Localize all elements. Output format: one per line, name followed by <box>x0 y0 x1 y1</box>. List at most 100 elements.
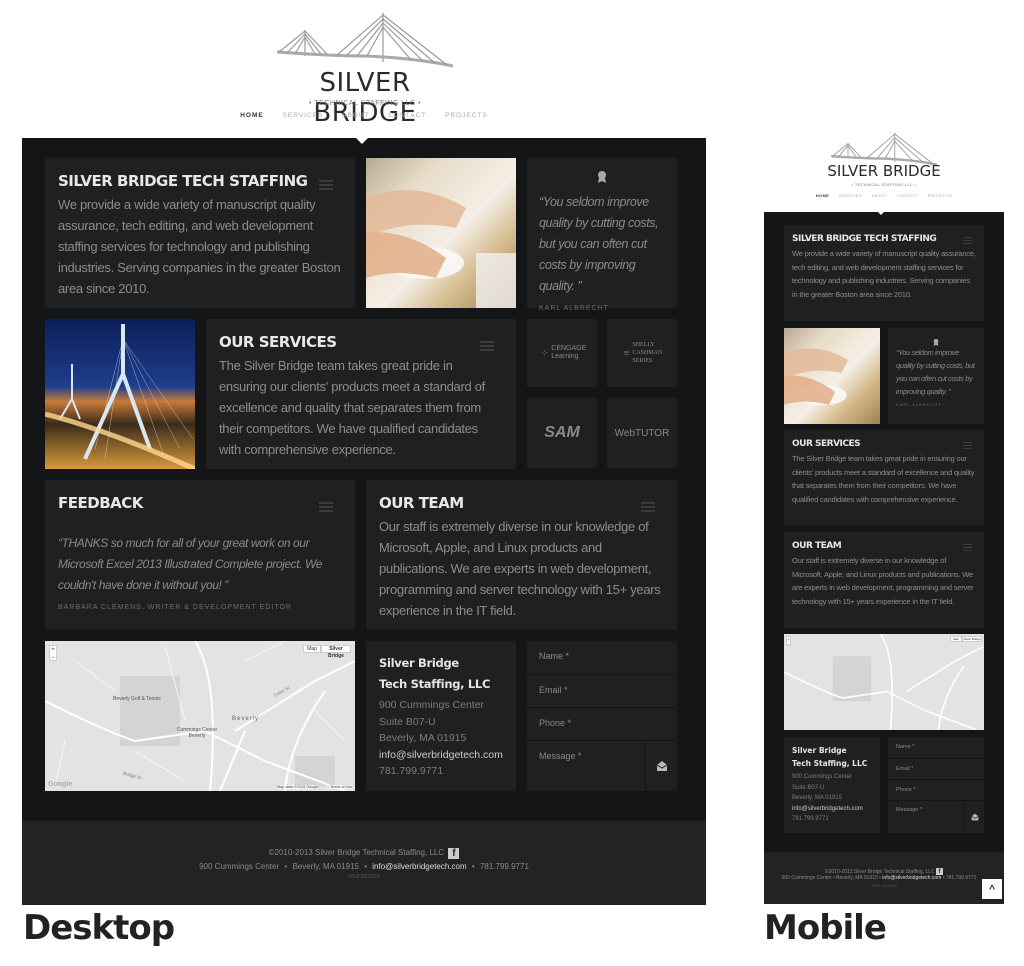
phone-field[interactable]: Phone * <box>527 708 677 741</box>
map-zoom-controls[interactable]: + − <box>786 636 791 647</box>
mobile-main: SILVER BRIDGE TECH STAFFING We provide a… <box>764 211 1004 852</box>
nav-services[interactable]: SERVICES <box>839 194 862 198</box>
nav-projects[interactable]: PROJECTS <box>445 112 488 119</box>
feedback-title: FEEDBACK <box>58 494 143 512</box>
client-logo-cengage: ⁘ CENGAGE Learning <box>527 319 597 387</box>
email-field[interactable]: Email * <box>888 759 984 780</box>
services-body: The Silver Bridge team takes great pride… <box>219 358 485 457</box>
map-zoom-controls[interactable]: + − <box>49 645 57 661</box>
map-terms-link[interactable]: Terms of Use <box>330 785 353 789</box>
message-field[interactable]: Message * <box>888 801 964 833</box>
nav-about[interactable]: ABOUT <box>342 112 369 119</box>
contact-address: 900 Cummings Center Suite B07-U Beverly,… <box>379 697 503 780</box>
desktop-main: SILVER BRIDGE TECH STAFFING We provide a… <box>22 137 706 821</box>
envelope-send-icon <box>970 813 979 821</box>
book-stack-icon: ≡ <box>623 347 630 359</box>
menu-icon[interactable] <box>319 180 333 190</box>
site-logo[interactable]: SILVER BRIDGE • TECHNICAL STAFFING LLC • <box>275 10 455 128</box>
phone-field[interactable]: Phone * <box>888 780 984 801</box>
menu-icon[interactable] <box>641 502 655 512</box>
cengage-dots-icon: ⁘ <box>540 347 549 358</box>
logo-title: SILVER BRIDGE <box>313 68 417 128</box>
mobile-header: SILVER BRIDGE • TECHNICAL STAFFING LLC •… <box>764 125 1004 212</box>
menu-icon[interactable] <box>319 502 333 512</box>
contact-email-link[interactable]: info@silverbridgetech.com <box>792 804 872 815</box>
company-name: Silver Bridge Tech Staffing, LLC <box>379 656 491 691</box>
hands-mouse-photo <box>366 158 516 308</box>
map-zoom-out-button[interactable]: − <box>787 642 790 647</box>
quote-author: KARL ALBRECHT <box>896 402 942 407</box>
feedback-author: BARBARA CLEMENS, WRITER & DEVELOPMENT ED… <box>58 604 292 611</box>
map-roads <box>784 634 984 730</box>
map-label: Beverly Golf & Tennis <box>113 696 161 702</box>
team-body: Our staff is extremely diverse in our kn… <box>379 519 661 618</box>
menu-icon[interactable] <box>963 237 972 247</box>
quote-text: “You seldom improve quality by cutting c… <box>896 348 975 396</box>
message-field[interactable]: Message * <box>527 741 645 791</box>
name-field[interactable]: Name * <box>527 641 677 675</box>
name-field[interactable]: Name * <box>888 737 984 759</box>
facebook-icon[interactable]: f <box>936 868 944 875</box>
team-tile: OUR TEAM Our staff is extremely diverse … <box>784 532 984 628</box>
intro-body: We provide a wide variety of manuscript … <box>792 249 976 299</box>
map-type-map-button[interactable]: Map <box>950 636 962 642</box>
intro-title: SILVER BRIDGE TECH STAFFING <box>792 234 937 244</box>
contact-address: 900 Cummings Center Suite B07-U Beverly,… <box>792 772 872 825</box>
menu-icon[interactable] <box>480 341 494 351</box>
nav-about[interactable]: ABOUT <box>872 194 888 198</box>
zakim-bridge-photo <box>45 319 195 469</box>
nav-home[interactable]: HOME <box>816 194 829 198</box>
quote-author: KARL ALBRECHT <box>539 305 609 312</box>
footer-email-link[interactable]: info@silverbridgetech.com <box>372 862 466 871</box>
feedback-quote: “THANKS so much for all of your great wo… <box>58 536 323 592</box>
mobile-caption: Mobile <box>764 908 887 948</box>
footer-contact-row: 900 Cummings Center • Beverly, MA 01915 … <box>781 875 977 881</box>
intro-title: SILVER BRIDGE TECH STAFFING <box>58 172 308 190</box>
designer-credit[interactable]: WEB DESIGN <box>764 883 1004 888</box>
map-attribution: Map data ©2015 Google <box>277 785 319 789</box>
send-button[interactable] <box>964 801 984 833</box>
contact-phone: 781.799.9771 <box>792 816 829 822</box>
feedback-tile: FEEDBACK “THANKS so much for all of your… <box>45 480 355 630</box>
footer-email-link[interactable]: info@silverbridgetech.com <box>882 875 941 881</box>
google-map[interactable]: + − Map Silver Bridge <box>784 634 984 730</box>
menu-icon[interactable] <box>963 544 972 554</box>
logo-title: SILVER BRIDGE <box>827 162 941 180</box>
contact-email-link[interactable]: info@silverbridgetech.com <box>379 747 503 764</box>
nav-services[interactable]: SERVICES <box>283 112 324 119</box>
team-title: OUR TEAM <box>792 541 842 551</box>
main-nav: HOME SERVICES ABOUT CONTACT PROJECTS <box>22 112 706 119</box>
map-label: Cummings Center Beverly <box>176 727 218 739</box>
map-type-map-button[interactable]: Map <box>303 645 321 653</box>
desktop-header: SILVER BRIDGE • TECHNICAL STAFFING LLC •… <box>22 0 706 138</box>
nav-contact[interactable]: CONTACT <box>897 194 919 198</box>
back-to-top-button[interactable]: ^ <box>982 879 1002 899</box>
bridge-logo-icon <box>276 13 454 68</box>
client-logo-webtutor: WebTUTOR <box>607 398 677 468</box>
map-zoom-out-button[interactable]: − <box>50 654 56 662</box>
map-type-custom-button[interactable]: Silver Bridge <box>962 636 982 642</box>
email-field[interactable]: Email * <box>527 675 677 708</box>
quote-tile: “You seldom improve quality by cutting c… <box>527 158 677 312</box>
nav-projects[interactable]: PROJECTS <box>928 194 952 198</box>
mobile-footer: ©2010-2013 Silver Bridge Technical Staff… <box>764 852 1004 904</box>
map-zoom-in-button[interactable]: + <box>50 646 56 654</box>
client-logo-sam: SAM <box>527 398 597 468</box>
main-nav: HOME SERVICES ABOUT CONTACT PROJECTS <box>764 194 1004 198</box>
nav-contact[interactable]: CONTACT <box>388 112 426 119</box>
designer-credit[interactable]: WEB DESIGN <box>22 874 706 880</box>
send-button[interactable] <box>645 741 677 791</box>
contact-info-tile: Silver Bridge Tech Staffing, LLC 900 Cum… <box>784 737 880 833</box>
google-logo: Google <box>48 781 73 788</box>
award-ribbon-icon <box>539 170 665 192</box>
map-type-custom-button[interactable]: Silver Bridge <box>321 645 351 659</box>
facebook-icon[interactable]: f <box>448 848 460 859</box>
nav-home[interactable]: HOME <box>240 112 264 119</box>
quote-text: “You seldom improve quality by cutting c… <box>539 195 659 293</box>
chevron-up-icon: ^ <box>989 883 995 895</box>
desktop-caption: Desktop <box>23 908 175 948</box>
menu-icon[interactable] <box>963 442 972 452</box>
services-tile: OUR SERVICES The Silver Bridge team take… <box>784 430 984 526</box>
google-map[interactable]: + − Map Silver Bridge Beverly Golf & Ten… <box>45 641 355 791</box>
logo-tagline: • TECHNICAL STAFFING LLC • <box>309 100 421 107</box>
